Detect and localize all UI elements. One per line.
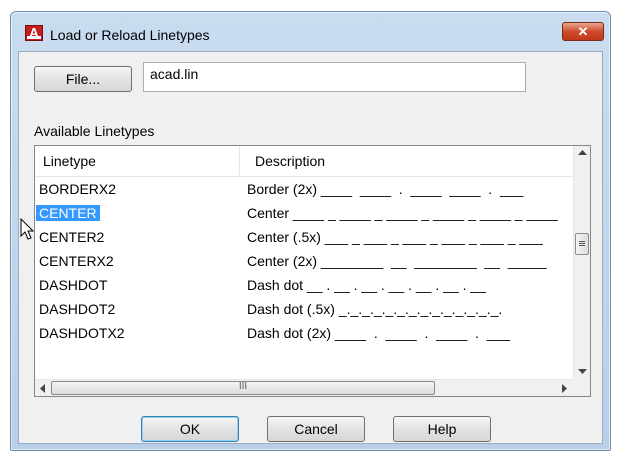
grip-line xyxy=(579,245,585,246)
title-bar[interactable]: A Load or Reload Linetypes ✕ xyxy=(11,12,610,49)
horizontal-scroll-thumb[interactable]: III xyxy=(51,381,435,395)
scroll-right-arrow-icon[interactable] xyxy=(562,384,568,393)
list-row[interactable]: DASHDOT2 Dash dot (.5x) _._._._._._._._._… xyxy=(35,298,573,322)
linetype-name: DASHDOT2 xyxy=(39,301,116,317)
linetype-description: Dash dot __ . __ . __ . __ . __ . __ . _… xyxy=(247,277,486,293)
column-divider[interactable] xyxy=(239,146,240,175)
linetype-name: BORDERX2 xyxy=(39,181,117,197)
file-button[interactable]: File... xyxy=(34,66,132,92)
mouse-pointer-icon xyxy=(20,218,34,240)
linetype-name: CENTER xyxy=(36,205,100,221)
scroll-down-arrow-icon[interactable] xyxy=(578,369,587,375)
ok-button[interactable]: OK xyxy=(141,416,239,442)
help-button[interactable]: Help xyxy=(393,416,491,442)
file-path-field[interactable]: acad.lin xyxy=(143,62,526,92)
linetype-description: Dash dot (.5x) _._._._._._._._._._._._._… xyxy=(247,301,503,317)
available-linetypes-label: Available Linetypes xyxy=(34,123,155,139)
autocad-app-icon: A xyxy=(25,25,43,41)
app-icon-bar xyxy=(27,36,41,39)
linetype-list[interactable]: Linetype Description BORDERX2 Border (2x)… xyxy=(34,145,591,397)
column-header-description[interactable]: Description xyxy=(255,153,325,169)
list-row[interactable]: DASHDOT Dash dot __ . __ . __ . __ . __ .… xyxy=(35,274,573,298)
dialog-client-area: File... acad.lin Available Linetypes Lin… xyxy=(18,51,603,444)
list-row[interactable]: CENTERX2 Center (2x) ________ __ ________… xyxy=(35,250,573,274)
scroll-up-arrow-icon[interactable] xyxy=(578,150,587,156)
linetype-name: DASHDOT xyxy=(39,277,108,293)
list-row[interactable]: DASHDOTX2 Dash dot (2x) ____ . ____ . ___… xyxy=(35,322,573,346)
horizontal-scrollbar[interactable]: III xyxy=(35,379,573,396)
dialog-window: A Load or Reload Linetypes ✕ File... aca… xyxy=(10,11,611,451)
grip-line xyxy=(579,243,585,244)
linetype-name: DASHDOTX2 xyxy=(39,325,125,341)
linetype-name: CENTERX2 xyxy=(39,253,114,269)
cancel-button[interactable]: Cancel xyxy=(267,416,365,442)
linetype-description: Center (2x) ________ __ ________ __ ____… xyxy=(247,253,547,269)
column-header-linetype[interactable]: Linetype xyxy=(43,153,96,169)
list-rows: BORDERX2 Border (2x) ____ ____ . ____ ___… xyxy=(35,178,573,366)
close-icon: ✕ xyxy=(577,24,589,39)
scrollbar-corner xyxy=(573,379,590,396)
vertical-scroll-thumb[interactable] xyxy=(575,233,589,255)
linetype-description: Center (.5x) ___ _ ___ _ ___ _ ___ _ ___… xyxy=(247,229,543,245)
close-button[interactable]: ✕ xyxy=(562,22,604,41)
list-row[interactable]: CENTER2 Center (.5x) ___ _ ___ _ ___ _ __… xyxy=(35,226,573,250)
linetype-description: Dash dot (2x) ____ . ____ . ____ . ___ xyxy=(247,325,511,341)
list-header: Linetype Description xyxy=(35,146,573,177)
scroll-left-arrow-icon[interactable] xyxy=(40,384,46,393)
linetype-description: Border (2x) ____ ____ . ____ ____ . ___ xyxy=(247,181,524,197)
grip-line xyxy=(579,241,585,242)
list-row[interactable]: BORDERX2 Border (2x) ____ ____ . ____ ___… xyxy=(35,178,573,202)
thumb-grip: III xyxy=(238,381,248,392)
dialog-title: Load or Reload Linetypes xyxy=(50,27,210,43)
linetype-name: CENTER2 xyxy=(39,229,105,245)
list-row[interactable]: CENTER Center ____ _ ____ _ ____ _ ____ _… xyxy=(35,202,573,226)
linetype-description: Center ____ _ ____ _ ____ _ ____ _ ____ … xyxy=(247,205,558,221)
vertical-scrollbar[interactable] xyxy=(573,146,590,379)
